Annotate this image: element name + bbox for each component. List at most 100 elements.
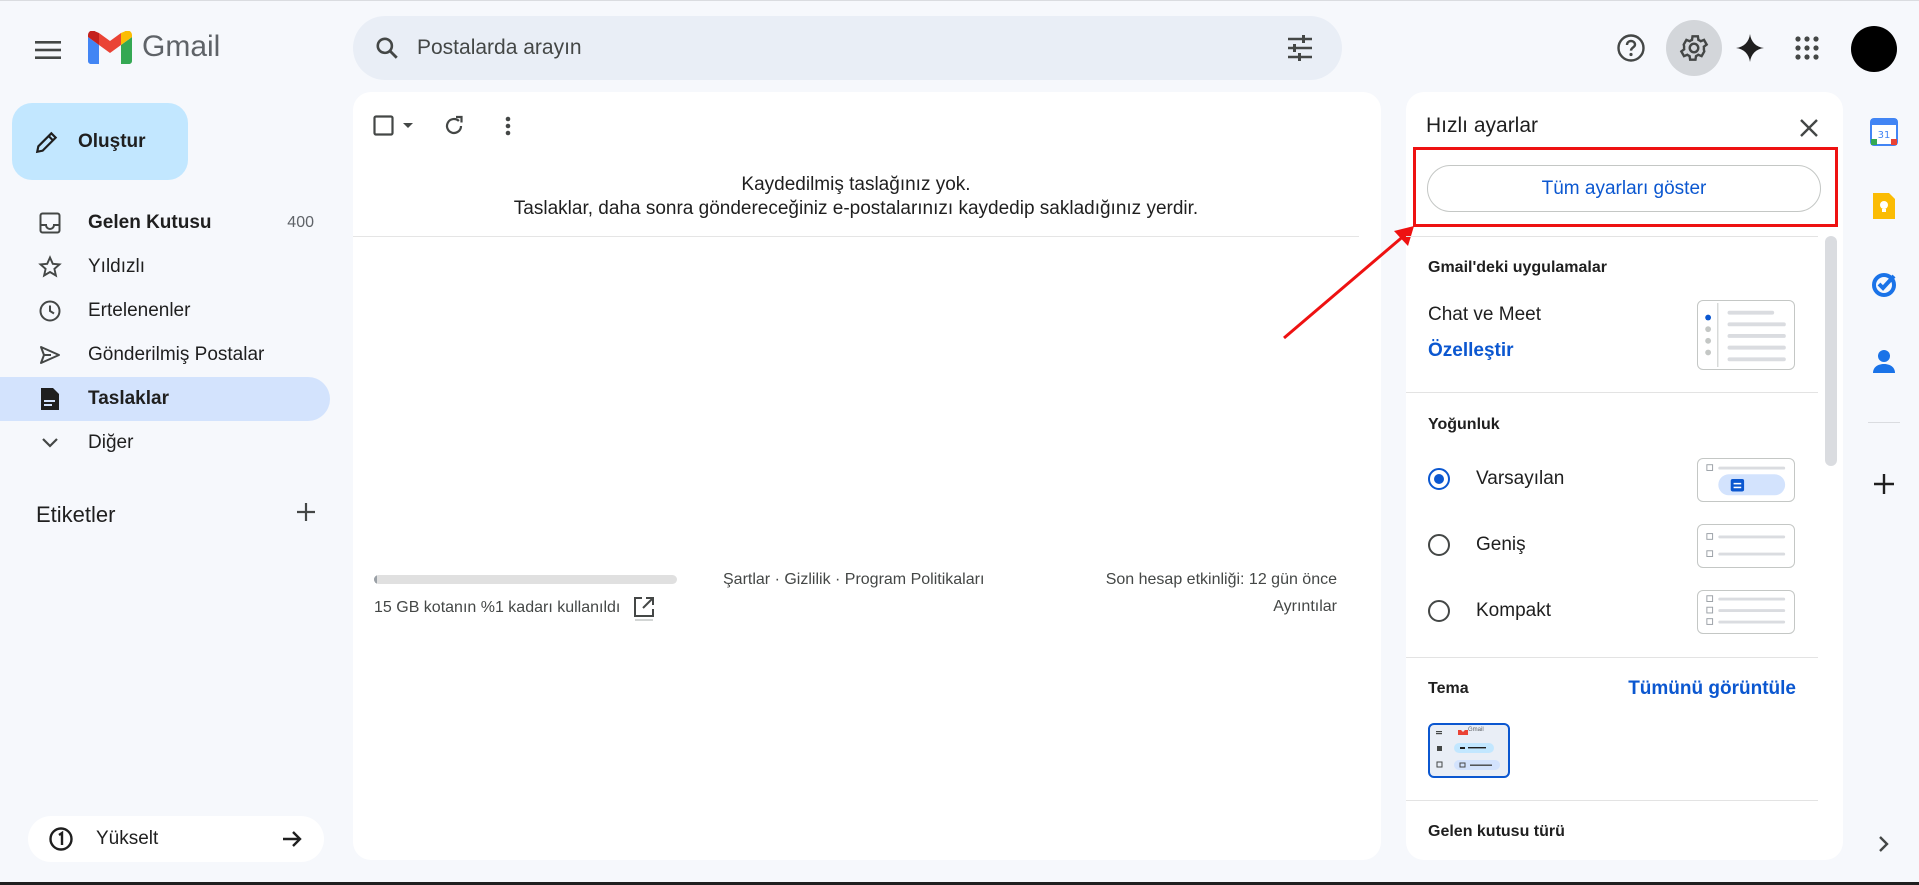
sidebar-item-label: Yıldızlı — [88, 256, 146, 277]
storage-meter-fill — [374, 575, 378, 584]
sparkle-icon — [1736, 34, 1764, 62]
density-section-title: Yoğunluk — [1428, 416, 1500, 433]
see-all-themes-link[interactable]: Tümünü görüntüle — [1620, 678, 1796, 700]
density-option-comfortable[interactable]: Geniş — [1428, 534, 1526, 556]
open-external-icon[interactable] — [633, 596, 655, 627]
account-avatar[interactable] — [1851, 26, 1897, 72]
gmail-m-icon — [88, 30, 132, 64]
inbox-count: 400 — [287, 214, 314, 231]
annotation-arrow — [1283, 226, 1414, 340]
top-border — [0, 0, 1919, 4]
add-addon-icon[interactable] — [1866, 466, 1902, 502]
sidebar-item-inbox[interactable]: Gelen Kutusu 400 — [0, 201, 330, 245]
radio-unselected[interactable] — [1428, 534, 1450, 556]
empty-drafts-description: Taslaklar, daha sonra göndereceğiniz e-p… — [513, 198, 1199, 219]
customize-link[interactable]: Özelleştir — [1428, 340, 1514, 362]
search-bar[interactable] — [353, 16, 1342, 80]
radio-selected[interactable] — [1428, 468, 1450, 490]
inbox-icon — [38, 211, 62, 235]
storage-meter — [374, 575, 677, 584]
upgrade-label: Yükselt — [96, 828, 159, 849]
section-divider — [1406, 392, 1818, 393]
compose-label: Oluştur — [78, 130, 146, 152]
sidebar-item-sent[interactable]: Gönderilmiş Postalar — [0, 333, 330, 377]
help-icon — [1617, 34, 1645, 62]
theme-thumbnail-label: Gmail — [1468, 727, 1484, 733]
calendar-icon[interactable]: 31 — [1866, 114, 1902, 150]
sidebar-item-snoozed[interactable]: Ertelenenler — [0, 289, 330, 333]
upgrade-button[interactable]: Yükselt — [28, 816, 324, 862]
labels-title: Etiketler — [36, 502, 116, 527]
last-activity: Son hesap etkinliği: 12 gün önce — [1105, 571, 1337, 588]
density-option-default[interactable]: Varsayılan — [1428, 468, 1564, 490]
radio-unselected[interactable] — [1428, 600, 1450, 622]
star-icon — [38, 255, 62, 279]
density-option-compact[interactable]: Kompakt — [1428, 600, 1551, 622]
arrow-right-icon — [283, 831, 302, 847]
sidebar-item-label: Gelen Kutusu — [88, 212, 212, 233]
privacy-link[interactable]: Gizlilik — [784, 571, 830, 588]
details-link[interactable]: Ayrıntılar — [1000, 598, 1337, 616]
pencil-icon — [35, 131, 58, 153]
density-option-label: Geniş — [1476, 534, 1526, 555]
main-menu-button[interactable] — [28, 30, 68, 70]
close-icon[interactable] — [1793, 112, 1825, 144]
settings-button[interactable] — [1666, 20, 1722, 76]
storage-text: 15 GB kotanın %1 kadarı kullanıldı — [374, 599, 621, 616]
chevron-right-icon[interactable] — [1866, 826, 1902, 862]
refresh-icon[interactable] — [436, 108, 472, 144]
theme-thumbnail[interactable]: Gmail — [1428, 723, 1510, 778]
sidebar-nav: Gelen Kutusu 400 Yıldızlı Ertelenenler G… — [0, 201, 330, 465]
sidebar-item-more[interactable]: Diğer — [0, 421, 330, 465]
rail-divider — [1868, 422, 1900, 423]
send-icon — [38, 343, 62, 367]
hamburger-menu-icon — [35, 41, 61, 59]
apps-grid-icon — [1795, 36, 1819, 60]
sidebar-item-label: Diğer — [88, 432, 134, 453]
gear-icon — [1679, 35, 1709, 61]
google-apps-button[interactable] — [1783, 24, 1831, 72]
contacts-icon[interactable] — [1866, 344, 1902, 380]
section-divider — [1406, 236, 1818, 237]
search-options-icon[interactable] — [1284, 32, 1316, 64]
density-option-label: Varsayılan — [1476, 468, 1565, 489]
density-default-thumbnail — [1697, 458, 1795, 502]
footer-links: Şartlar · Gizlilik · Program Politikalar… — [723, 571, 985, 588]
add-label-icon[interactable] — [296, 502, 316, 528]
quick-settings-scrollbar[interactable] — [1825, 236, 1837, 466]
compose-button[interactable]: Oluştur — [12, 103, 188, 180]
help-button[interactable] — [1607, 24, 1655, 72]
clock-icon — [38, 299, 62, 323]
keep-icon[interactable] — [1866, 188, 1902, 224]
density-option-label: Kompakt — [1476, 600, 1551, 621]
svg-text:31: 31 — [1878, 130, 1891, 141]
empty-drafts-title: Kaydedilmiş taslağınız yok. — [741, 174, 971, 195]
storage-upgrade-icon — [49, 827, 73, 851]
divider — [353, 236, 1359, 237]
apps-section-title: Gmail'deki uygulamalar — [1428, 259, 1607, 276]
chevron-down-icon — [38, 431, 62, 455]
search-icon[interactable] — [371, 32, 403, 64]
density-compact-thumbnail — [1697, 590, 1795, 634]
inbox-type-section-title: Gelen kutusu türü — [1428, 823, 1565, 840]
labels-header: Etiketler — [36, 502, 316, 528]
program-policies-link[interactable]: Program Politikaları — [845, 571, 985, 588]
mail-toolbar — [370, 108, 526, 144]
chat-meet-layout-thumbnail — [1697, 300, 1795, 370]
sidebar-item-label: Gönderilmiş Postalar — [88, 344, 265, 365]
gemini-button[interactable] — [1726, 24, 1774, 72]
tasks-icon[interactable] — [1866, 266, 1902, 302]
section-divider — [1406, 800, 1818, 801]
sidebar-item-drafts[interactable]: Taslaklar — [0, 377, 330, 421]
highlight-box — [1413, 147, 1838, 227]
sidebar-item-starred[interactable]: Yıldızlı — [0, 245, 330, 289]
search-input[interactable] — [417, 36, 1217, 60]
more-options-icon[interactable] — [490, 108, 526, 144]
sidebar-item-label: Ertelenenler — [88, 300, 191, 321]
gmail-logo[interactable]: Gmail — [88, 30, 220, 64]
theme-section-title: Tema — [1428, 680, 1469, 697]
select-all-checkbox[interactable] — [370, 108, 420, 144]
quick-settings-title: Hızlı ayarlar — [1426, 114, 1539, 137]
app-name: Gmail — [142, 30, 221, 63]
terms-link[interactable]: Şartlar — [723, 571, 770, 588]
